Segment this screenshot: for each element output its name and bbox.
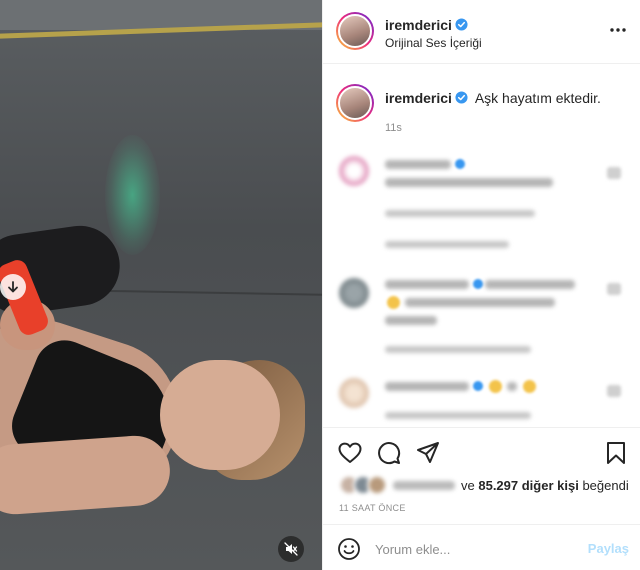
comment-username[interactable] (385, 382, 469, 391)
previous-post-button[interactable] (0, 274, 26, 300)
heart-icon[interactable] (337, 440, 363, 466)
video-frame-floor (110, 289, 322, 297)
comment-verified-icon (473, 381, 483, 391)
comment-avatar[interactable] (339, 278, 369, 308)
author-username-text[interactable]: iremderici (385, 17, 452, 33)
comment-like-icon[interactable] (607, 167, 621, 179)
comment-emoji-icon (523, 380, 536, 393)
comment-text (385, 316, 437, 325)
comment-verified-icon (455, 159, 465, 169)
comments-list[interactable]: iremderici Aşk hayatım ektedir. 11s (323, 64, 640, 426)
caption-avatar[interactable] (336, 84, 374, 122)
caption-timestamp[interactable]: 11s (385, 122, 402, 134)
video-frame-person-face (160, 360, 280, 470)
post-side-panel: iremderici Orijinal Ses İçeriği iremderi… (322, 0, 640, 570)
likes-connector: ve (461, 477, 475, 493)
add-comment-bar: Paylaş (323, 524, 640, 570)
emoji-smile-icon[interactable] (337, 537, 361, 561)
comment-like-icon[interactable] (607, 385, 621, 397)
comment-meta[interactable] (385, 412, 531, 419)
paper-plane-icon[interactable] (415, 440, 441, 466)
comment-text (485, 280, 575, 289)
view-replies-link[interactable] (385, 241, 509, 248)
comment-input[interactable] (375, 537, 575, 561)
mute-button[interactable] (278, 536, 304, 562)
author-username[interactable]: iremderici (385, 17, 468, 33)
post-video[interactable] (0, 0, 322, 570)
liker-username[interactable] (393, 480, 455, 490)
more-options-icon[interactable] (608, 22, 628, 38)
verified-badge-icon (455, 18, 468, 31)
liker-avatar (367, 475, 387, 495)
comment-avatar[interactable] (339, 156, 369, 186)
post-timestamp[interactable]: 11 SAAT ÖNCE (339, 503, 406, 513)
bookmark-icon[interactable] (603, 440, 629, 466)
comment-text (385, 178, 553, 187)
video-frame-light (105, 135, 160, 255)
likes-summary[interactable]: ve 85.297 diğer kişi beğendi (339, 474, 629, 496)
comment-emoji-icon (489, 380, 502, 393)
caption: iremderici Aşk hayatım ektedir. (385, 90, 601, 106)
comment-text (507, 382, 517, 391)
comment-like-icon[interactable] (607, 283, 621, 295)
caption-username[interactable]: iremderici (385, 90, 452, 106)
author-avatar[interactable] (336, 12, 374, 50)
caption-text: Aşk hayatım ektedir. (474, 90, 601, 106)
post-comment-button[interactable]: Paylaş (588, 541, 629, 556)
comment-emoji-icon (387, 296, 400, 309)
verified-badge-icon (455, 91, 468, 104)
comment-avatar[interactable] (339, 378, 369, 408)
comment-username[interactable] (385, 160, 451, 169)
comment-username[interactable] (385, 280, 469, 289)
likes-suffix: beğendi (582, 477, 629, 493)
likes-count[interactable]: 85.297 diğer kişi (478, 478, 578, 493)
arrow-down-icon (8, 281, 18, 293)
video-frame-person-arm (0, 433, 173, 517)
audio-subtitle[interactable]: Orijinal Ses İçeriği (385, 36, 482, 50)
post-header: iremderici Orijinal Ses İçeriği (323, 0, 640, 64)
comment-meta[interactable] (385, 210, 535, 217)
comment-verified-icon (473, 279, 483, 289)
muted-speaker-icon (284, 542, 298, 556)
comment-icon[interactable] (376, 440, 402, 466)
comment-meta[interactable] (385, 346, 531, 353)
liker-avatars (339, 475, 391, 495)
comment-text (405, 298, 555, 307)
post-actions: ve 85.297 diğer kişi beğendi 11 SAAT ÖNC… (323, 427, 640, 570)
